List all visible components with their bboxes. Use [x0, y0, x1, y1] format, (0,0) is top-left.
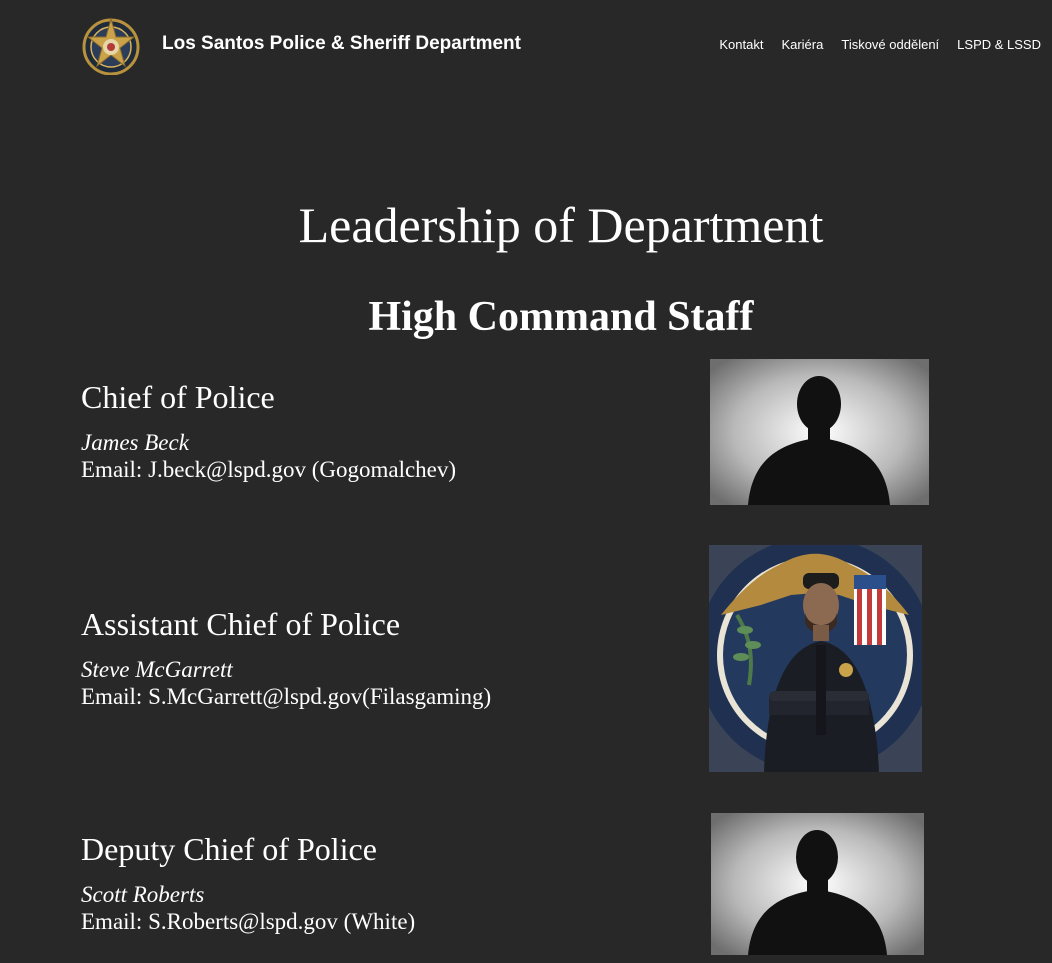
staff-name: Steve McGarrett	[81, 657, 233, 682]
site-title[interactable]: Los Santos Police & Sheriff Department	[162, 33, 521, 55]
section-title: High Command Staff	[368, 294, 754, 340]
nav-link-press-office[interactable]: Tiskové oddělení	[841, 37, 939, 52]
staff-rank: Deputy Chief of Police	[81, 831, 377, 867]
staff-email: Email: J.beck@lspd.gov (Gogomalchev)	[81, 457, 457, 482]
staff-name: James Beck	[81, 430, 189, 455]
staff-email: Email: S.Roberts@lspd.gov (White)	[81, 909, 416, 934]
department-badge-logo[interactable]	[82, 15, 140, 76]
staff-name: Scott Roberts	[81, 882, 205, 907]
nav-link-kariera[interactable]: Kariéra	[781, 37, 823, 52]
silhouette-portrait-deputy-chief	[711, 813, 924, 955]
site-header: Los Santos Police & Sheriff Department K…	[0, 0, 1052, 92]
staff-rank: Chief of Police	[81, 379, 275, 415]
staff-entry-chief: Chief of Police James Beck Email: J.beck…	[81, 378, 456, 484]
staff-rank: Assistant Chief of Police	[81, 606, 401, 642]
staff-entry-deputy-chief: Deputy Chief of Police Scott Roberts Ema…	[81, 830, 415, 936]
nav-link-lspd-lssd[interactable]: LSPD & LSSD	[957, 37, 1041, 52]
main-navigation: Kontakt Kariéra Tiskové oddělení LSPD & …	[719, 37, 1041, 52]
staff-email: Email: S.McGarrett@lspd.gov(Filasgaming)	[81, 684, 492, 709]
officer-portrait-assistant-chief	[709, 545, 922, 772]
nav-link-kontakt[interactable]: Kontakt	[719, 37, 763, 52]
page-title: Leadership of Department	[298, 197, 824, 253]
staff-entry-assistant-chief: Assistant Chief of Police Steve McGarret…	[81, 605, 491, 711]
silhouette-portrait-chief	[710, 359, 929, 505]
